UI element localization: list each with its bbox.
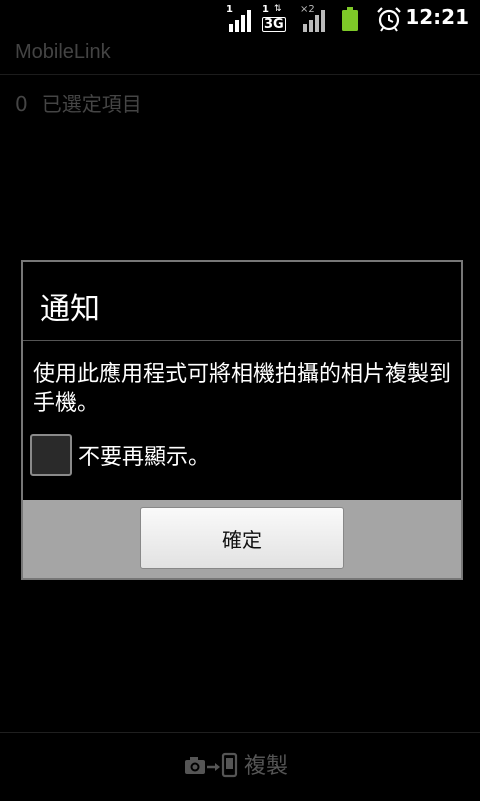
ok-button[interactable]: 確定 — [140, 507, 344, 569]
signal-bars-icon — [303, 10, 325, 32]
alarm-clock-icon — [377, 7, 401, 32]
dont-show-again-row[interactable]: 不要再顯示。 — [30, 432, 210, 478]
battery-icon — [342, 7, 358, 31]
dont-show-again-checkbox[interactable] — [30, 434, 72, 476]
notice-dialog: 通知 使用此應用程式可將相機拍攝的相片複製到手機。 不要再顯示。 確定 — [21, 260, 463, 580]
data-activity-icon: ⇅ — [274, 4, 282, 14]
selected-count: 0 — [15, 92, 28, 116]
app-title-bar: MobileLink — [0, 38, 480, 75]
camera-to-phone-icon — [185, 752, 238, 778]
copy-button[interactable]: 複製 — [184, 747, 288, 781]
selection-summary: 0 已選定項目 — [15, 88, 142, 117]
status-bar: 1 1 ⇅ 3G ×2 12:21 — [0, 0, 480, 38]
signal-bars-icon — [229, 10, 251, 32]
dialog-button-bar: 確定 — [23, 500, 461, 578]
dialog-divider — [23, 340, 461, 341]
data-3g-icon: 1 ⇅ 3G — [262, 4, 290, 32]
dialog-title: 通知 — [40, 292, 100, 327]
selected-label: 已選定項目 — [41, 92, 142, 116]
bottom-action-bar: 複製 — [0, 732, 480, 801]
dont-show-again-label[interactable]: 不要再顯示。 — [78, 439, 210, 471]
dialog-message: 使用此應用程式可將相機拍攝的相片複製到手機。 — [33, 362, 452, 416]
clock-time: 12:21 — [405, 5, 469, 29]
sim-number-label: 1 — [262, 4, 269, 15]
app-title: MobileLink — [15, 41, 111, 63]
secondary-signal-icon: ×2 — [300, 4, 326, 32]
copy-label[interactable]: 複製 — [244, 748, 288, 780]
signal-strength-icon: 1 — [226, 4, 252, 32]
network-type-label: 3G — [262, 17, 286, 32]
